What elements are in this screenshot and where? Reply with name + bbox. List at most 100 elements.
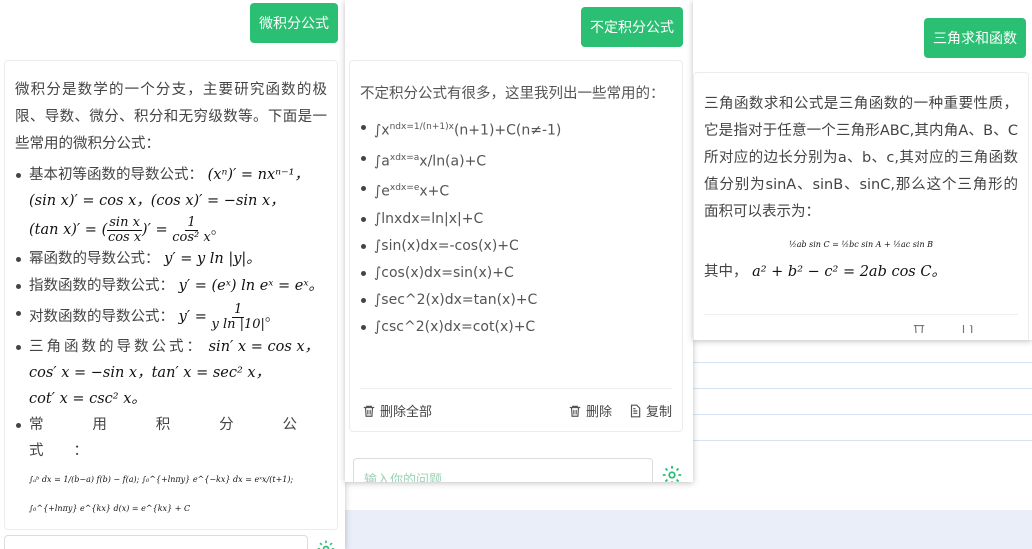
formula-sup: ndx=1/(n+1)x (389, 122, 454, 132)
indefinite-question-input[interactable]: 输入你的问题 (353, 458, 653, 482)
fraction: 1y ln |10| (211, 303, 264, 331)
list-item: 基本初等函数的导数公式： (xⁿ)′ = nxⁿ⁻¹， (15, 162, 327, 188)
formula: ∫ₐᵇ dx = 1/(b−a) f(b) − f(a); ∫₀^{+lnπy}… (29, 475, 294, 513)
formula: sin′ x = cos x， (208, 339, 320, 355)
formula-base: ∫e (374, 183, 390, 200)
formula: (tan x)′ = ( (29, 222, 108, 238)
formula-base: ∫cos(x)dx=sin(x)+C (374, 264, 514, 281)
numerator: sin x (107, 214, 142, 231)
list-item: ∫cos(x)dx=sin(x)+C (360, 260, 672, 287)
numerator: 1 (185, 214, 198, 231)
calculus-window: 微积分公式 微积分是数学的一个分支，主要研究函数的极限、导数、微分、积分和无穷级… (0, 0, 345, 549)
bg-divider (690, 440, 1032, 441)
formula-sup: xdx=e (389, 183, 420, 194)
formula-tail: x/ln(a)+C (419, 153, 487, 170)
indefinite-window: 不定积分公式 不定积分公式有很多，这里我列出一些常用的： ∫xndx=1/(n+… (345, 0, 693, 482)
trash-icon (569, 405, 581, 417)
formula-base: ∫csc^2(x)dx=cot(x)+C (374, 318, 536, 335)
list-item-continuation: (sin x)′ = cos x，(cos x)′ = −sin x， (15, 188, 327, 214)
formula-base: ∫a (374, 153, 390, 170)
bg-divider (690, 362, 1032, 363)
list-item-label: 指数函数的导数公式： (29, 278, 174, 294)
formula: (sin x)′ = cos x，(cos x)′ = −sin x， (29, 193, 285, 209)
card-divider (360, 388, 672, 389)
list-item-continuation: cot′ x = csc² x。 (15, 386, 327, 412)
formula: (xⁿ)′ = nxⁿ⁻¹， (207, 167, 309, 183)
formula: y′ = y ln |y|。 (164, 251, 261, 267)
formula-base: ∫sin(x)dx=-cos(x)+C (374, 237, 519, 254)
calculus-answer-card: 微积分是数学的一个分支，主要研究函数的极限、导数、微分、积分和无穷级数等。下面是… (4, 60, 338, 530)
formula-tail: x+C (419, 183, 450, 200)
list-item: ∫exdx=ex+C (360, 175, 672, 206)
list-item-label: 三角函数的导数公式： (29, 339, 204, 355)
list-item-label: 基本初等函数的导数公式： (29, 167, 203, 183)
list-item: ∫axdx=ax/ln(a)+C (360, 145, 672, 176)
list-item-label: 幂函数的导数公式： (29, 251, 160, 267)
delete-label: 删除 (586, 405, 613, 420)
formula-base: ∫lnxdx=ln|x|+C (374, 210, 484, 227)
formula-tail: 。 (264, 309, 280, 325)
list-item: ∫sec^2(x)dx=tan(x)+C (360, 287, 672, 314)
list-item-continuation: (tan x)′ = (sin x cos x)′ = 1 cos² x。 (15, 214, 327, 246)
calculus-intro: 微积分是数学的一个分支，主要研究函数的极限、导数、微分、积分和无穷级数等。下面是… (15, 82, 327, 152)
trig-answer-card: 三角函数求和公式是三角函数的一种重要性质，它是指对于任意一个三角形ABC,其内角… (693, 72, 1029, 340)
denominator: y ln |10| (211, 316, 265, 332)
input-placeholder: 输入你的问题 (364, 473, 443, 482)
list-item: 常用积分公式： (15, 412, 327, 464)
formula-tail: 。 (210, 222, 226, 238)
formula: )′ = (141, 222, 173, 238)
formula: a² + b² − c² = 2ab cos C。 (752, 264, 946, 280)
denominator: cos x (107, 229, 142, 245)
indefinite-question-bubble[interactable]: 不定积分公式 (581, 7, 683, 47)
list-item-label: 常用积分公式： (29, 417, 327, 459)
gear-icon[interactable] (316, 539, 336, 549)
delete-button[interactable]: 删除 (568, 401, 612, 420)
copy-icon (962, 325, 973, 333)
formula-sup: xdx=a (389, 152, 420, 163)
fraction: 1 cos² x (172, 216, 210, 244)
gear-icon[interactable] (661, 464, 683, 482)
formula: ½ab sin C = ½bc sin A + ½ac sin B (788, 240, 934, 249)
list-item-label: 对数函数的导数公式： (29, 309, 174, 325)
card-divider (704, 314, 1018, 315)
bg-divider (690, 388, 1032, 389)
copy-label: 复制 (646, 405, 673, 420)
formula: cot′ x = csc² x。 (29, 391, 146, 407)
delete-all-button[interactable]: 删除全部 (362, 401, 432, 420)
trig-intro: 三角函数求和公式是三角函数的一种重要性质，它是指对于任意一个三角形ABC,其内角… (704, 96, 1018, 220)
indefinite-answer-card: 不定积分公式有很多，这里我列出一些常用的： ∫xndx=1/(n+1)x(n+1… (349, 60, 683, 432)
formula: cos′ x = −sin x，tan′ x = sec² x， (29, 365, 271, 381)
delete-all-label: 删除全部 (380, 405, 433, 420)
numerator: 1 (232, 301, 245, 318)
list-item: 三角函数的导数公式： sin′ x = cos x， (15, 334, 327, 360)
trig-window: 三角求和函数 三角函数求和公式是三角函数的一种重要性质，它是指对于任意一个三角形… (693, 0, 1032, 340)
formula-base: ∫sec^2(x)dx=tan(x)+C (374, 291, 538, 308)
list-item: 幂函数的导数公式： y′ = y ln |y|。 (15, 246, 327, 273)
list-item: 指数函数的导数公式： y′ = (eˣ) ln eˣ = eˣ。 (15, 273, 327, 300)
copy-button[interactable]: 复制 (628, 401, 672, 420)
formula: y′ = (eˣ) ln eˣ = eˣ。 (178, 278, 324, 294)
formula-base: ∫x (374, 122, 390, 139)
integral-formula-line: ∫ₐᵇ dx = 1/(b−a) f(b) − f(a); ∫₀^{+lnπy}… (15, 464, 327, 522)
where-line: 其中， a² + b² − c² = 2ab cos C。 (704, 259, 1018, 286)
calculus-question-input[interactable] (4, 535, 308, 549)
list-item: ∫lnxdx=ln|x|+C (360, 206, 672, 233)
list-item: ∫sin(x)dx=-cos(x)+C (360, 233, 672, 260)
list-item: 对数函数的导数公式： y′ = 1y ln |10|。 (15, 300, 327, 334)
formula-list: ∫xndx=1/(n+1)x(n+1)+C(n≠-1) ∫axdx=ax/ln(… (360, 114, 672, 341)
calculus-question-bubble[interactable]: 微积分公式 (250, 3, 338, 43)
indefinite-intro: 不定积分公式有很多，这里我列出一些常用的： (360, 86, 665, 102)
bg-divider (690, 414, 1032, 415)
area-formula-line: ½ab sin C = ½bc sin A + ½ac sin B (704, 232, 1018, 255)
copy-icon (630, 404, 641, 417)
trash-icon (913, 325, 925, 333)
trig-question-bubble[interactable]: 三角求和函数 (924, 18, 1026, 58)
trash-icon (363, 405, 375, 417)
list-item: ∫csc^2(x)dx=cot(x)+C (360, 314, 672, 341)
formula: y′ = (178, 309, 212, 325)
partial-actions (912, 325, 978, 333)
list-item-continuation: cos′ x = −sin x，tan′ x = sec² x， (15, 360, 327, 386)
fraction: sin x cos x (107, 216, 142, 244)
where-label: 其中， (704, 264, 748, 280)
formula-tail: (n+1)+C(n≠-1) (453, 122, 562, 139)
